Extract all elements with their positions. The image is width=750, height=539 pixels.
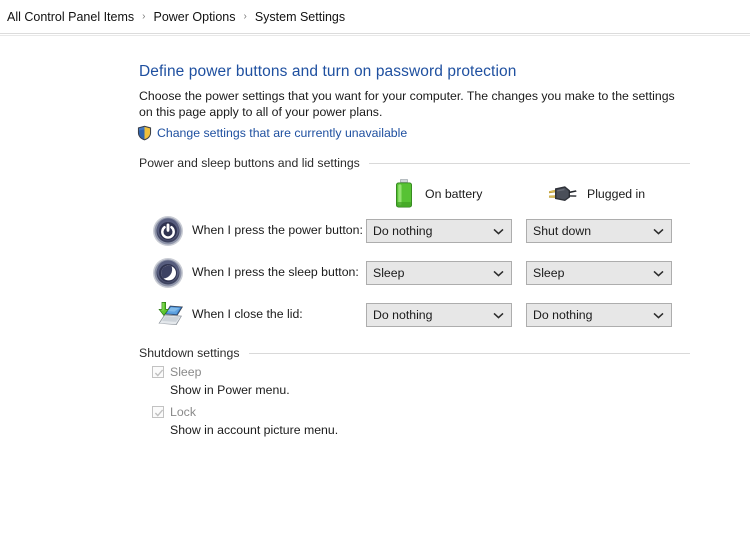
power-settings-group-header: Power and sleep buttons and lid settings	[139, 156, 690, 170]
column-header-plugged-in: Plugged in	[546, 174, 645, 214]
battery-icon	[396, 179, 412, 208]
sleep-button-on-battery-dropdown[interactable]: Sleep	[366, 261, 512, 285]
breadcrumb-item-all-control-panel-items[interactable]: All Control Panel Items	[4, 9, 137, 25]
close-lid-on-battery-dropdown[interactable]: Do nothing	[366, 303, 512, 327]
sleep-button-plugged-in-value: Sleep	[533, 266, 565, 280]
laptop-lid-icon	[152, 299, 184, 331]
sleep-checkbox-description: Show in Power menu.	[170, 383, 290, 397]
shutdown-settings-group-label: Shutdown settings	[139, 346, 240, 360]
lock-checkbox-label: Lock	[170, 405, 196, 419]
shutdown-option-lock: Lock Show in account picture menu.	[152, 404, 338, 437]
power-button-on-battery-value: Do nothing	[373, 224, 433, 238]
chevron-down-icon	[485, 270, 511, 277]
shutdown-option-sleep-row[interactable]: Sleep	[152, 364, 290, 380]
page-description: Choose the power settings that you want …	[139, 89, 675, 119]
sleep-button-plugged-in-dropdown[interactable]: Sleep	[526, 261, 672, 285]
power-button-plugged-in-value: Shut down	[533, 224, 592, 238]
chevron-down-icon	[645, 312, 671, 319]
shutdown-option-lock-row[interactable]: Lock	[152, 404, 338, 420]
setting-row: When I close the lid: Do nothing Do noth…	[0, 298, 750, 332]
lock-checkbox[interactable]	[152, 406, 164, 418]
power-button-icon	[152, 215, 184, 247]
checkmark-icon	[154, 409, 164, 417]
group-divider	[248, 352, 690, 354]
breadcrumb-bar: All Control Panel Items › Power Options …	[0, 0, 750, 36]
sleep-button-on-battery-value: Sleep	[373, 266, 405, 280]
checkmark-icon	[154, 369, 164, 377]
group-divider	[368, 162, 690, 164]
chevron-down-icon	[485, 312, 511, 319]
sleep-checkbox[interactable]	[152, 366, 164, 378]
setting-row-label-sleep-button: When I press the sleep button:	[192, 265, 359, 279]
breadcrumb-item-system-settings[interactable]: System Settings	[252, 9, 348, 25]
chevron-down-icon	[485, 228, 511, 235]
change-settings-link[interactable]: Change settings that are currently unava…	[157, 126, 407, 140]
column-header-plugged-in-label: Plugged in	[587, 187, 646, 201]
shield-icon	[137, 125, 152, 141]
setting-row-label-power-button: When I press the power button:	[192, 223, 363, 237]
power-button-plugged-in-dropdown[interactable]: Shut down	[526, 219, 672, 243]
sleep-checkbox-label: Sleep	[170, 365, 202, 379]
close-lid-on-battery-value: Do nothing	[373, 308, 433, 322]
close-lid-plugged-in-dropdown[interactable]: Do nothing	[526, 303, 672, 327]
power-settings-group-label: Power and sleep buttons and lid settings	[139, 156, 360, 170]
column-headers: On battery Plugged in	[0, 174, 750, 214]
change-settings-link-row[interactable]: Change settings that are currently unava…	[137, 125, 407, 141]
power-button-on-battery-dropdown[interactable]: Do nothing	[366, 219, 512, 243]
setting-row: When I press the sleep button: Sleep Sle…	[0, 256, 750, 290]
setting-row: When I press the power button: Do nothin…	[0, 214, 750, 248]
setting-row-label-close-lid: When I close the lid:	[192, 307, 303, 321]
shutdown-settings-group-header: Shutdown settings	[139, 346, 690, 360]
chevron-down-icon	[645, 270, 671, 277]
shutdown-option-sleep: Sleep Show in Power menu.	[152, 364, 290, 397]
page-title: Define power buttons and turn on passwor…	[139, 63, 517, 80]
sleep-moon-icon	[152, 257, 184, 289]
close-lid-plugged-in-value: Do nothing	[533, 308, 593, 322]
settings-content-pane: Define power buttons and turn on passwor…	[0, 38, 750, 539]
power-plug-icon	[549, 186, 577, 201]
column-header-on-battery: On battery	[392, 174, 482, 214]
breadcrumb-item-power-options[interactable]: Power Options	[150, 9, 238, 25]
breadcrumb-separator-icon: ›	[142, 11, 146, 22]
chevron-down-icon	[645, 228, 671, 235]
lock-checkbox-description: Show in account picture menu.	[170, 423, 339, 437]
breadcrumb-separator-icon: ›	[243, 11, 247, 22]
column-header-on-battery-label: On battery	[425, 187, 483, 201]
